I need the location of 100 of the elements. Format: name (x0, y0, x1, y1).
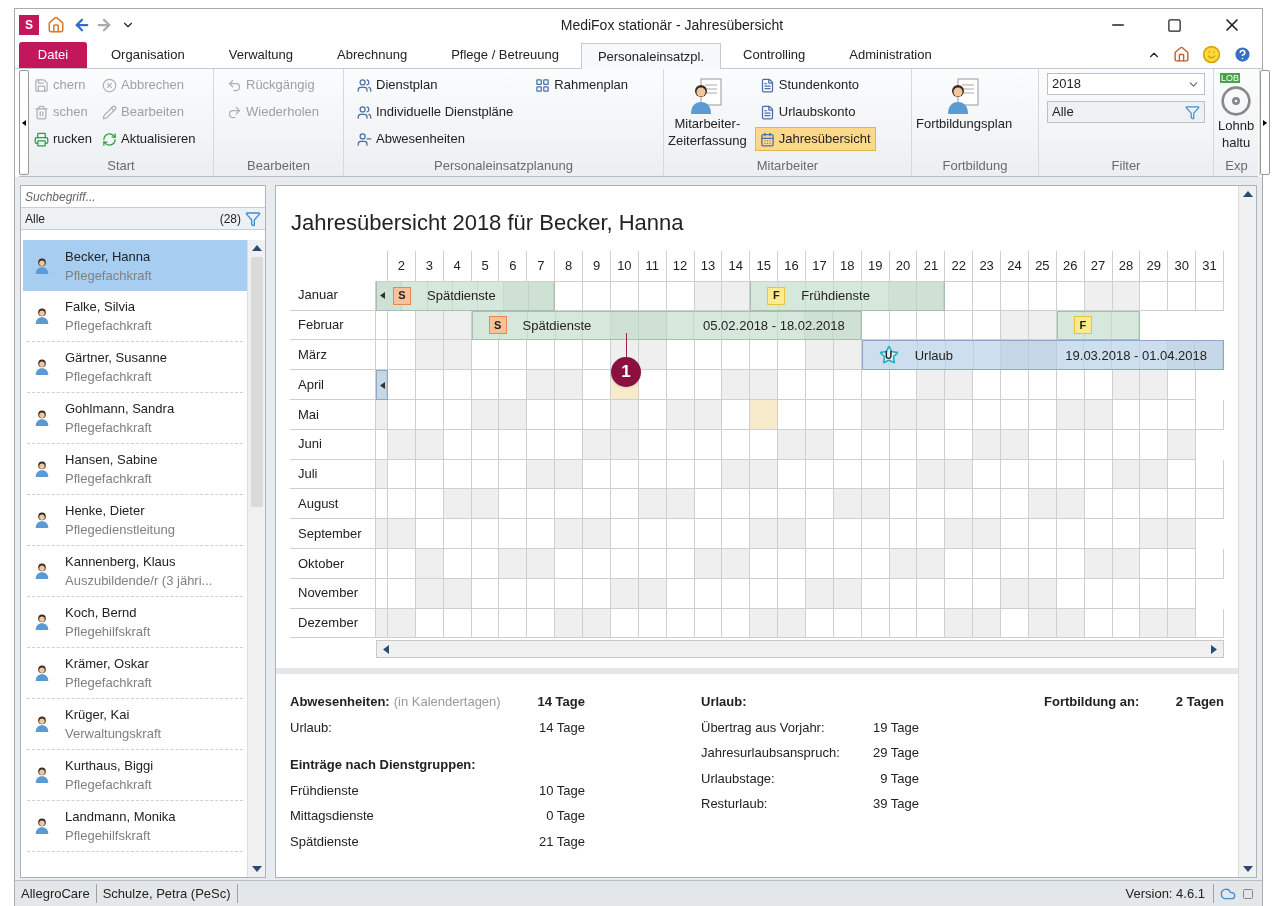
employee-name: Gohlmann, Sandra (65, 400, 175, 418)
day-header: 25 (1028, 251, 1057, 281)
summary-label: Urlaub: (290, 718, 332, 737)
result-count: (28) (219, 210, 241, 228)
group-label: Mitarbeiter (755, 157, 820, 175)
group-label: Bearbeiten (246, 157, 311, 175)
employee-name: Hansen, Sabine (65, 451, 158, 469)
employee-name: Koch, Bernd (65, 604, 138, 622)
group-label: Start (106, 157, 136, 175)
status-item: Schulze, Petra (PeSc) (96, 883, 238, 904)
filter-value: Alle (1052, 103, 1074, 122)
day-header: 22 (945, 251, 974, 281)
employee-role: Pflegefachkraft (65, 776, 153, 794)
day-header: 5 (471, 251, 500, 281)
bar-label: Spätdienste (427, 286, 496, 305)
bar-label: Urlaub (914, 346, 953, 365)
employee-role: Pflegefachkraft (65, 368, 153, 386)
employee-name: Landmann, Monika (65, 808, 176, 826)
employee-role: Pflegefachkraft (65, 266, 152, 285)
badge: LOB (1220, 73, 1241, 83)
status-item: AllegroCare (15, 883, 97, 904)
summary-label: Resturlaub: (701, 795, 768, 813)
day-header: 27 (1084, 251, 1113, 281)
group-label: Personaleinsatzplanung (433, 157, 574, 175)
summary-value: 10 Tage (538, 781, 585, 800)
version-label: Version: 4.6.1 (1117, 883, 1214, 904)
employee-name: Becker, Hanna (65, 247, 152, 266)
shift-badge: S (488, 316, 507, 335)
summary-heading: Abwesenheiten: (290, 693, 390, 711)
day-header: 26 (1056, 251, 1085, 281)
summary-label: Frühdienste (290, 781, 359, 800)
summary-note: (in Kalendertagen) (393, 693, 501, 711)
day-header: 30 (1168, 251, 1197, 281)
day-header: 2 (388, 251, 416, 281)
summary-value: 21 Tage (538, 832, 585, 851)
employee-name: Krämer, Oskar (65, 655, 150, 673)
day-header: 16 (778, 251, 806, 281)
bar-label: Frühdienste (801, 286, 870, 305)
day-header: 12 (666, 251, 695, 281)
button-label: Fortbildungsplan (916, 115, 1013, 132)
employee-name: Kurthaus, Biggi (65, 757, 154, 775)
shift-badge: F (767, 286, 786, 305)
day-header: 4 (443, 251, 472, 281)
summary-value: 39 Tage (873, 795, 921, 813)
summary-value: 2 Tagen (1175, 693, 1224, 711)
day-header: 13 (694, 251, 723, 281)
employee-name: Kannenberg, Klaus (65, 553, 177, 571)
day-header: 21 (917, 251, 946, 281)
window-title: MediFox stationär - Jahresübersicht (559, 15, 785, 35)
day-header: 9 (583, 251, 611, 281)
employee-name: Henke, Dieter (65, 502, 146, 520)
day-header: 15 (750, 251, 779, 281)
group-label: Filter (1110, 157, 1142, 175)
employee-role: Pflegedienstleitung (65, 521, 175, 539)
employee-role: Pflegefachkraft (65, 674, 152, 692)
group-label: Fortbildung (941, 157, 1009, 175)
day-header: 19 (861, 251, 890, 281)
employee-role: Pflegefachkraft (65, 470, 153, 488)
day-header: 31 (1196, 251, 1224, 281)
group-label: Exp (1224, 157, 1249, 175)
employee-role: Pflegefachkraft (65, 419, 153, 437)
employee-role: Pflegefachkraft (65, 317, 152, 335)
summary-heading: Urlaub: (701, 693, 747, 711)
day-header: 18 (833, 251, 862, 281)
employee-name: Falke, Silvia (65, 298, 137, 316)
day-header: 28 (1112, 251, 1141, 281)
dropdown-value: 2018 (1052, 75, 1081, 94)
summary-value: 9 Tage (879, 769, 920, 788)
day-header: 7 (527, 251, 556, 281)
day-header: 14 (722, 251, 751, 281)
date-range: 19.03.2018 - 01.04.2018 (1065, 346, 1207, 365)
vacation-badge: U (878, 345, 899, 366)
summary-heading: Einträge nach Dienstgruppen: (290, 756, 477, 774)
shift-badge: F (1073, 316, 1092, 335)
day-header: 10 (610, 251, 639, 281)
summary-label: Urlaubstage: (701, 769, 775, 788)
employee-role: Pflegehilfskraft (65, 623, 151, 641)
day-header: 20 (889, 251, 918, 281)
summary-value: 14 Tage (538, 718, 585, 737)
filter-label: Alle (25, 210, 45, 228)
summary-label: Übertrag aus Vorjahr: (701, 718, 825, 737)
day-header: 17 (806, 251, 834, 281)
button-label: Zeiterfassung (668, 132, 747, 149)
day-header: 29 (1140, 251, 1169, 281)
bar-label: Spätdienste (522, 316, 592, 335)
employee-role: Auszubildende/r (3 jähri... (65, 572, 213, 590)
summary-value: 29 Tage (873, 744, 921, 762)
shift-badge: S (393, 286, 411, 305)
day-header: 8 (555, 251, 584, 281)
day-header: 11 (638, 251, 667, 281)
date-range: 05.02.2018 - 18.02.2018 (703, 316, 845, 335)
button-label: Lohnb (1218, 117, 1255, 134)
summary-heading: Fortbildung an: (1044, 693, 1140, 711)
day-header: 23 (973, 251, 1002, 281)
summary-value: 0 Tage (546, 807, 585, 825)
overview-title: Jahresübersicht 2018 für Becker, Hanna (290, 209, 685, 237)
employee-role: Verwaltungskraft (65, 725, 162, 743)
button-label: haltu (1221, 134, 1251, 151)
summary-label: Jahresurlaubsanspruch: (701, 744, 840, 762)
day-header: 6 (499, 251, 528, 281)
